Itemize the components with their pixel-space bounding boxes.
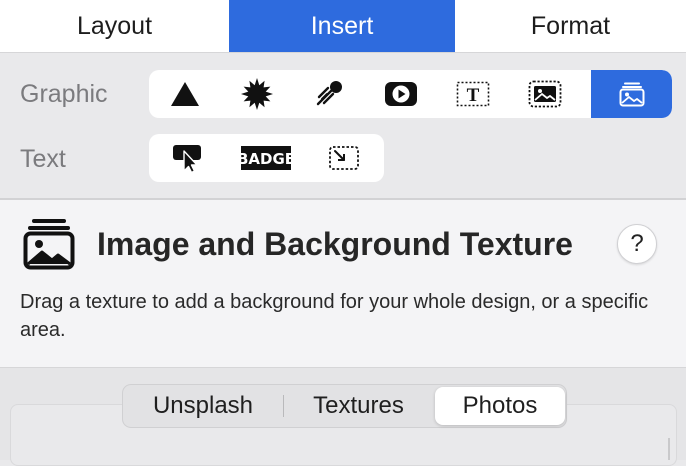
image-frame-button[interactable] [509, 70, 581, 118]
image-texture-button[interactable] [591, 70, 672, 118]
shooting-star-button[interactable] [293, 70, 365, 118]
text-row-label: Text [20, 145, 66, 173]
starburst-icon [241, 78, 273, 110]
tab-divider [0, 52, 686, 53]
triangle-shape-icon [171, 82, 199, 106]
text-box-button[interactable]: T [437, 70, 509, 118]
shooting-star-icon [316, 81, 342, 106]
callout-cursor-icon [173, 145, 201, 173]
video-play-icon [385, 82, 417, 106]
description-panel: Image and Background Texture ? Drag a te… [0, 200, 686, 368]
graphic-tools-bar: T [149, 70, 672, 118]
badge-icon: BADGE [240, 146, 292, 170]
starburst-button[interactable] [221, 70, 293, 118]
resize-box-icon [329, 146, 359, 170]
svg-text:BADGE: BADGE [240, 150, 292, 168]
text-tools-bar: BADGE [149, 134, 384, 182]
scrollbar[interactable] [668, 438, 670, 460]
help-button[interactable]: ? [617, 224, 657, 264]
tab-insert[interactable]: Insert [229, 0, 455, 52]
video-button[interactable] [365, 70, 437, 118]
text-box-icon: T [456, 81, 490, 107]
badge-button[interactable]: BADGE [227, 134, 305, 182]
panel-description: Drag a texture to add a background for y… [20, 291, 649, 341]
segment-unsplash[interactable]: Unsplash [123, 387, 283, 425]
segment-textures[interactable]: Textures [284, 387, 433, 425]
image-texture-large-icon [23, 219, 75, 270]
tab-layout[interactable]: Layout [0, 0, 229, 52]
resize-box-button[interactable] [305, 134, 383, 182]
graphic-row-label: Graphic [20, 80, 108, 108]
panel-title: Image and Background Texture [97, 226, 573, 262]
tab-format[interactable]: Format [455, 0, 686, 52]
callout-button[interactable] [149, 134, 227, 182]
triangle-shape-button[interactable] [149, 70, 221, 118]
top-tab-bar: Layout Insert Format [0, 0, 686, 52]
image-frame-icon [528, 80, 562, 108]
source-segmented-control: Unsplash Textures Photos [122, 384, 567, 428]
image-texture-icon [619, 82, 644, 107]
segment-photos[interactable]: Photos [435, 387, 565, 425]
svg-text:T: T [467, 85, 480, 106]
